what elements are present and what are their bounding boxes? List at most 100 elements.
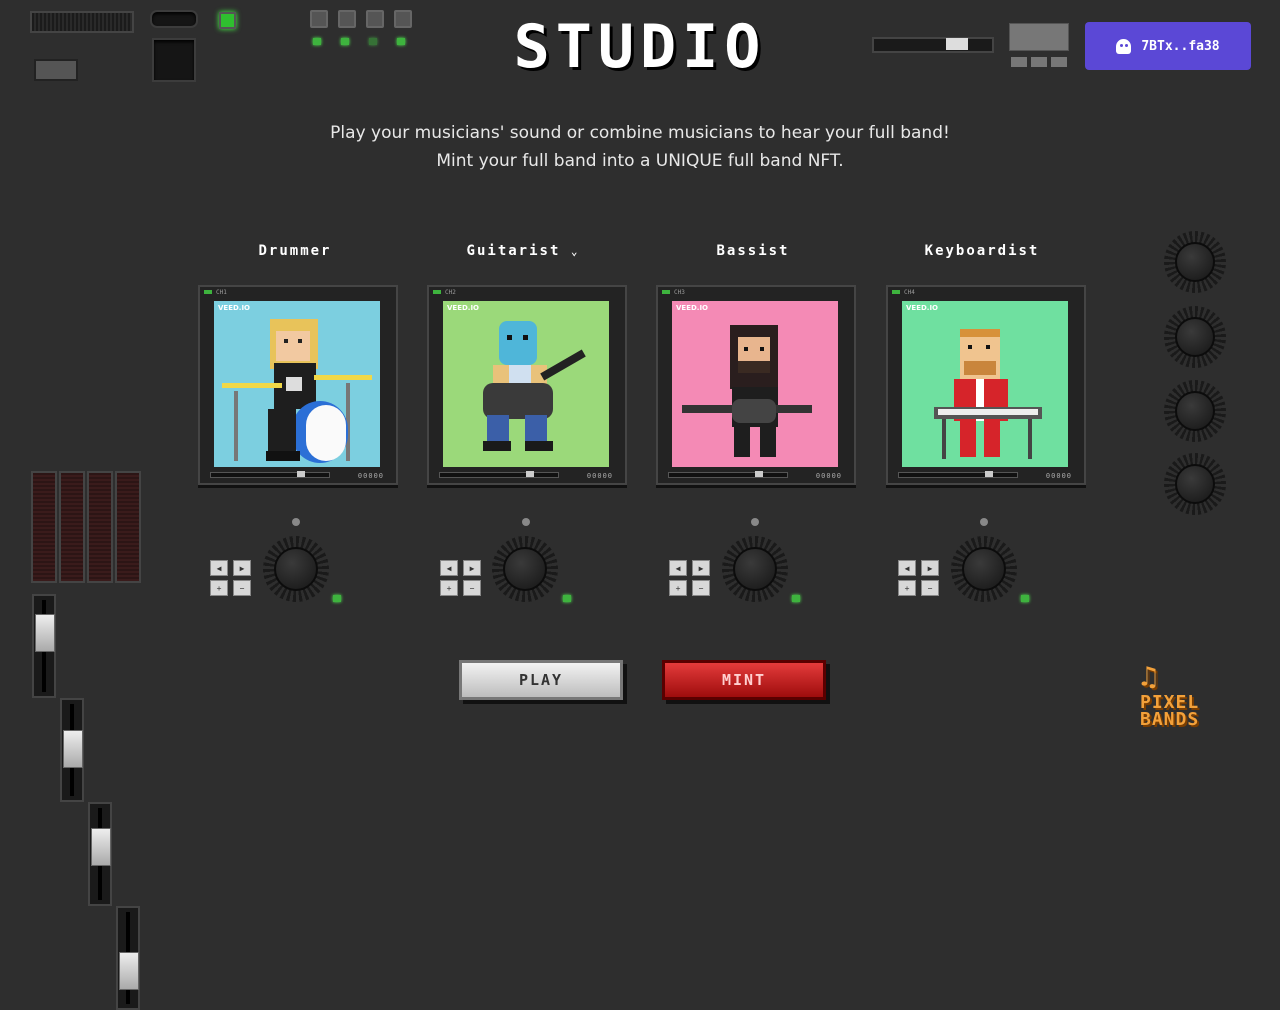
knob-indicator-dot bbox=[980, 518, 988, 526]
volume-slider-thumb[interactable] bbox=[946, 38, 968, 50]
knob-led bbox=[792, 595, 800, 602]
device-button[interactable] bbox=[1011, 57, 1027, 67]
watermark: VEED.IO bbox=[906, 304, 939, 312]
bassist-pixel-art bbox=[682, 325, 812, 457]
role-label-drummer: Drummer bbox=[258, 243, 332, 259]
intro-line-1: Play your musicians' sound or combine mu… bbox=[330, 123, 950, 143]
channel-led bbox=[204, 290, 212, 294]
watermark: VEED.IO bbox=[676, 304, 709, 312]
effect-knob[interactable] bbox=[1164, 453, 1226, 515]
plus-button[interactable]: + bbox=[898, 580, 916, 596]
music-note-icon: ♫ bbox=[1140, 660, 1158, 693]
fader-cap[interactable] bbox=[91, 828, 111, 866]
wallet-address: 7BTx..fa38 bbox=[1141, 38, 1220, 54]
channel-controls: ◀ ▶ + − bbox=[440, 560, 481, 596]
scrubber-handle[interactable] bbox=[297, 471, 305, 477]
minus-button[interactable]: − bbox=[463, 580, 481, 596]
volume-slider[interactable] bbox=[872, 37, 994, 53]
next-button[interactable]: ▶ bbox=[463, 560, 481, 576]
minus-button[interactable]: − bbox=[921, 580, 939, 596]
watermark: VEED.IO bbox=[218, 304, 251, 312]
fader-cap[interactable] bbox=[35, 614, 55, 652]
channel-label: CH1 bbox=[216, 289, 227, 296]
playback-scrubber[interactable] bbox=[898, 471, 1018, 478]
next-button[interactable]: ▶ bbox=[233, 560, 251, 576]
knob-indicator-dot bbox=[751, 518, 759, 526]
drummer-pixel-art bbox=[222, 319, 372, 463]
wallet-button[interactable]: 7BTx..fa38 bbox=[1085, 22, 1251, 70]
time-counter: 00000 bbox=[586, 472, 613, 480]
effect-knob[interactable] bbox=[1164, 306, 1226, 368]
mixer-fader[interactable] bbox=[60, 698, 84, 802]
role-label-bassist: Bassist bbox=[716, 243, 790, 259]
plus-button[interactable]: + bbox=[210, 580, 228, 596]
volume-knob[interactable] bbox=[492, 536, 558, 602]
channel-led bbox=[662, 290, 670, 294]
playback-scrubber[interactable] bbox=[439, 471, 559, 478]
mixer-fader[interactable] bbox=[32, 594, 56, 698]
keyboardist-pixel-art bbox=[934, 329, 1042, 459]
time-counter: 00000 bbox=[357, 472, 384, 480]
mixer-fader[interactable] bbox=[116, 906, 140, 1010]
watermark: VEED.IO bbox=[447, 304, 480, 312]
prev-button[interactable]: ◀ bbox=[669, 560, 687, 576]
monitor-guitarist[interactable]: CH2 VEED.IO 00000 bbox=[427, 285, 627, 485]
chevron-down-icon[interactable]: ⌄ bbox=[571, 245, 580, 258]
channel-label: CH4 bbox=[904, 289, 915, 296]
guitarist-pixel-art bbox=[483, 321, 586, 451]
device-button[interactable] bbox=[1051, 57, 1067, 67]
level-meter bbox=[115, 471, 141, 583]
time-counter: 00000 bbox=[1045, 472, 1072, 480]
volume-knob[interactable] bbox=[263, 536, 329, 602]
next-button[interactable]: ▶ bbox=[921, 560, 939, 576]
musician-screen: VEED.IO bbox=[672, 301, 838, 467]
role-label-guitarist[interactable]: Guitarist ⌄ bbox=[423, 243, 623, 259]
mixer-fader[interactable] bbox=[88, 802, 112, 906]
scrubber-handle[interactable] bbox=[755, 471, 763, 477]
device-display bbox=[1009, 23, 1069, 51]
scrubber-handle[interactable] bbox=[985, 471, 993, 477]
channel-label: CH3 bbox=[674, 289, 685, 296]
monitor-bassist[interactable]: CH3 VEED.IO 00000 bbox=[656, 285, 856, 485]
knob-led bbox=[333, 595, 341, 602]
time-counter: 00000 bbox=[815, 472, 842, 480]
knob-led bbox=[1021, 595, 1029, 602]
volume-knob[interactable] bbox=[951, 536, 1017, 602]
channel-label: CH2 bbox=[445, 289, 456, 296]
effect-knob[interactable] bbox=[1164, 231, 1226, 293]
musician-screen: VEED.IO bbox=[902, 301, 1068, 467]
next-button[interactable]: ▶ bbox=[692, 560, 710, 576]
device-button[interactable] bbox=[1031, 57, 1047, 67]
musician-screen: VEED.IO bbox=[443, 301, 609, 467]
channel-controls: ◀ ▶ + − bbox=[210, 560, 251, 596]
plus-button[interactable]: + bbox=[669, 580, 687, 596]
knob-led bbox=[563, 595, 571, 602]
level-meter bbox=[59, 471, 85, 583]
volume-knob[interactable] bbox=[722, 536, 788, 602]
pixel-bands-logo: ♫ PIXEL BANDS bbox=[1140, 660, 1200, 730]
fader-cap[interactable] bbox=[119, 952, 139, 990]
level-meter bbox=[87, 471, 113, 583]
channel-led bbox=[892, 290, 900, 294]
mint-button[interactable]: MINT bbox=[662, 660, 826, 700]
minus-button[interactable]: − bbox=[692, 580, 710, 596]
scrubber-handle[interactable] bbox=[526, 471, 534, 477]
minus-button[interactable]: − bbox=[233, 580, 251, 596]
effect-knob[interactable] bbox=[1164, 380, 1226, 442]
monitor-drummer[interactable]: CH1 VEED.IO 00000 bbox=[198, 285, 398, 485]
playback-scrubber[interactable] bbox=[668, 471, 788, 478]
fader-cap[interactable] bbox=[63, 730, 83, 768]
playback-scrubber[interactable] bbox=[210, 471, 330, 478]
prev-button[interactable]: ◀ bbox=[440, 560, 458, 576]
play-button[interactable]: PLAY bbox=[459, 660, 623, 700]
channel-led bbox=[433, 290, 441, 294]
plus-button[interactable]: + bbox=[440, 580, 458, 596]
channel-controls: ◀ ▶ + − bbox=[898, 560, 939, 596]
monitor-keyboardist[interactable]: CH4 VEED.IO 00000 bbox=[886, 285, 1086, 485]
ghost-icon bbox=[1116, 38, 1132, 54]
musician-screen: VEED.IO bbox=[214, 301, 380, 467]
role-label-keyboardist: Keyboardist bbox=[924, 243, 1040, 259]
logo-line-2: BANDS bbox=[1140, 709, 1200, 730]
prev-button[interactable]: ◀ bbox=[210, 560, 228, 576]
prev-button[interactable]: ◀ bbox=[898, 560, 916, 576]
